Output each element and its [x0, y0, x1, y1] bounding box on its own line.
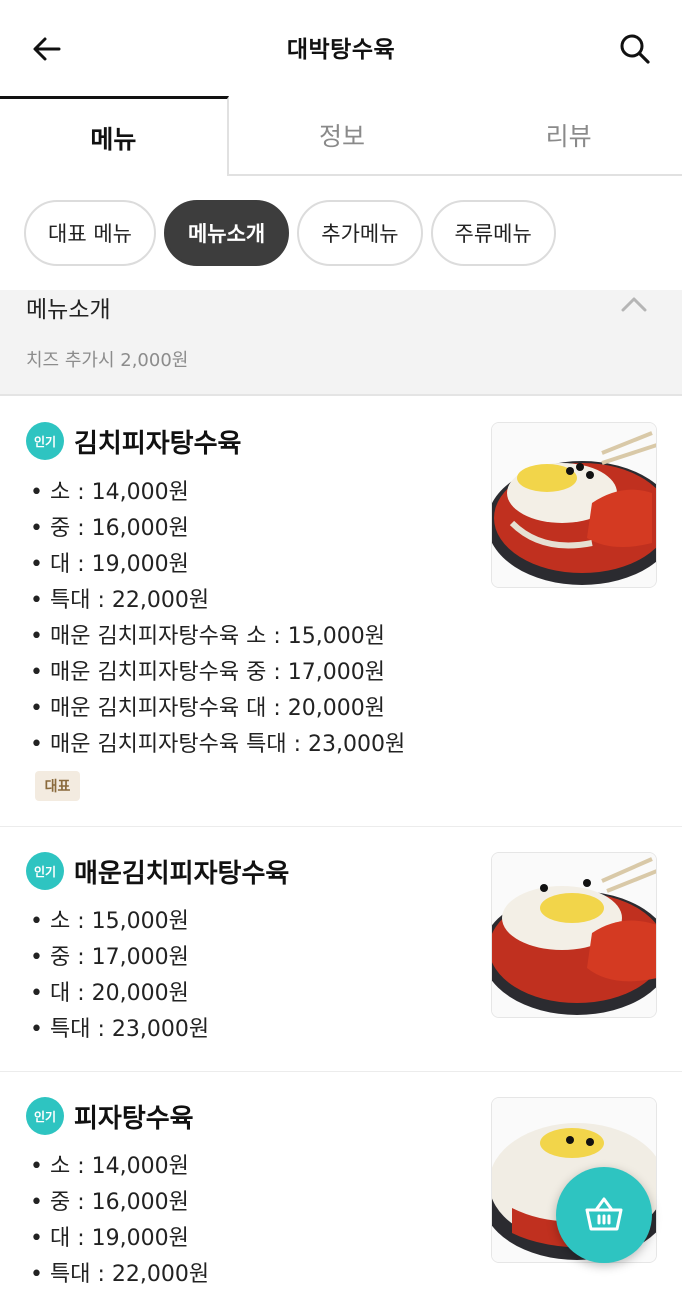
tab-info[interactable]: 정보: [229, 96, 456, 174]
price-line: • 특대 : 22,000원: [30, 1262, 210, 1287]
menu-item-name: 김치피자탕수육: [74, 428, 242, 459]
price-line: • 중 : 16,000원: [30, 516, 189, 541]
popular-badge: 인기: [26, 852, 64, 890]
price-list: • 소 : 15,000원 • 중 : 17,000원 • 대 : 20,000…: [30, 904, 209, 1048]
menu-item-photo: [491, 422, 657, 588]
chip-drinks-menu[interactable]: 주류메뉴: [430, 200, 556, 266]
price-list: • 소 : 14,000원 • 중 : 16,000원 • 대 : 19,000…: [30, 475, 405, 763]
price-line: • 매운 김치피자탕수육 대 : 20,000원: [30, 696, 385, 721]
menu-item-header: 인기 김치피자탕수육: [26, 422, 241, 460]
search-icon: [620, 34, 650, 64]
popular-badge: 인기: [26, 422, 64, 460]
cart-button[interactable]: [556, 1167, 652, 1263]
menu-item-name: 매운김치피자탕수육: [74, 858, 290, 889]
menu-item[interactable]: 인기 매운김치피자탕수육 • 소 : 15,000원 • 중 : 17,000원…: [0, 827, 682, 1072]
price-line: • 대 : 19,000원: [30, 552, 189, 577]
menu-item-header: 인기 피자탕수육: [26, 1097, 194, 1135]
price-line: • 소 : 14,000원: [30, 480, 189, 505]
section-title: 메뉴소개: [26, 297, 111, 323]
menu-item-header: 인기 매운김치피자탕수육: [26, 852, 289, 890]
tab-menu[interactable]: 메뉴: [0, 96, 229, 176]
page-title: 대박탕수육: [286, 37, 396, 63]
price-line: • 중 : 16,000원: [30, 1190, 189, 1215]
price-line: • 대 : 20,000원: [30, 981, 189, 1006]
chip-extra-menu[interactable]: 추가메뉴: [297, 200, 423, 266]
basket-icon: [585, 1197, 623, 1231]
menu-item-name: 피자탕수육: [74, 1103, 194, 1134]
price-line: • 매운 김치피자탕수육 특대 : 23,000원: [30, 732, 406, 757]
price-line: • 소 : 15,000원: [30, 909, 189, 934]
category-chips: 대표 메뉴 메뉴소개 추가메뉴 주류메뉴: [0, 176, 682, 290]
menu-item[interactable]: 인기 김치피자탕수육 • 소 : 14,000원 • 중 : 16,000원 •…: [0, 397, 682, 827]
price-line: • 소 : 14,000원: [30, 1154, 189, 1179]
price-line: • 대 : 19,000원: [30, 1226, 189, 1251]
collapse-button[interactable]: [616, 290, 652, 318]
app-header: 대박탕수육: [0, 0, 682, 96]
tab-reviews[interactable]: 리뷰: [455, 96, 682, 174]
price-line: • 매운 김치피자탕수육 중 : 17,000원: [30, 660, 385, 685]
search-button[interactable]: [612, 26, 658, 72]
main-tabs: 메뉴 정보 리뷰: [0, 96, 682, 176]
price-line: • 매운 김치피자탕수육 소 : 15,000원: [30, 624, 385, 649]
popular-badge: 인기: [26, 1097, 64, 1135]
price-list: • 소 : 14,000원 • 중 : 16,000원 • 대 : 19,000…: [30, 1149, 209, 1289]
price-line: • 특대 : 22,000원: [30, 588, 210, 613]
chip-representative-menu[interactable]: 대표 메뉴: [24, 200, 156, 266]
section-note: 치즈 추가시 2,000원: [26, 350, 189, 371]
menu-item-photo: [491, 852, 657, 1018]
chevron-up-icon: [621, 297, 647, 312]
section-header: 메뉴소개 치즈 추가시 2,000원: [0, 290, 682, 396]
price-line: • 중 : 17,000원: [30, 945, 189, 970]
price-line: • 특대 : 23,000원: [30, 1017, 210, 1042]
chip-menu-intro[interactable]: 메뉴소개: [163, 200, 290, 266]
representative-tag: 대표: [35, 771, 80, 801]
